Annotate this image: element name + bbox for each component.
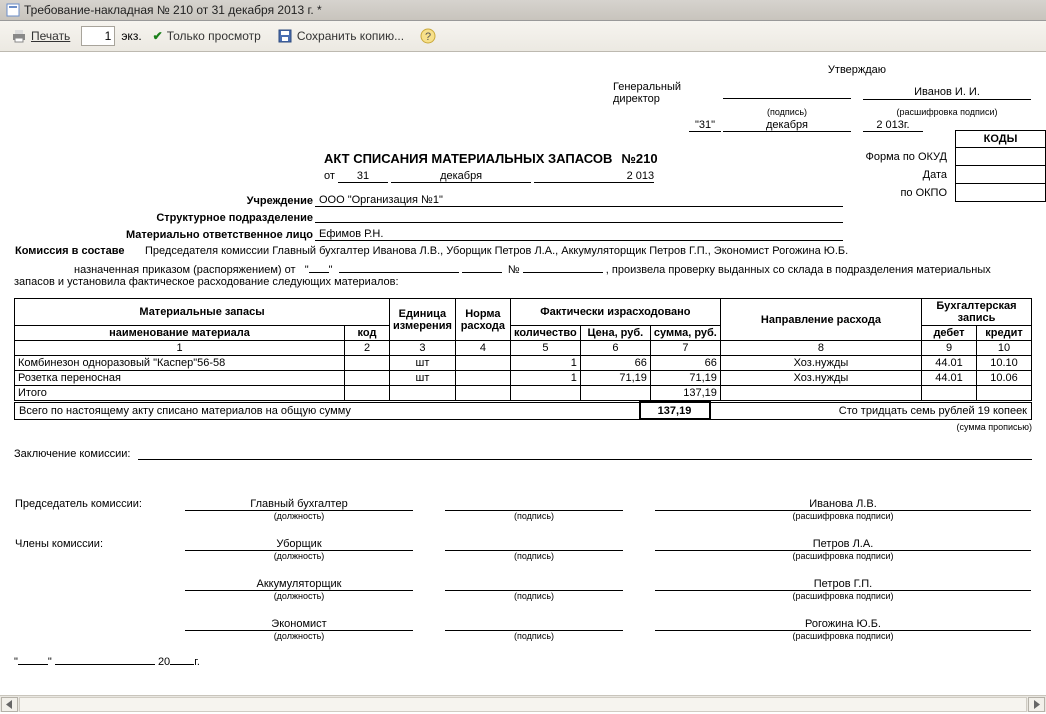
toolbar: Печать экз. ✔ Только просмотр Сохранить … <box>0 21 1046 52</box>
window-titlebar: Требование-накладная № 210 от 31 декабря… <box>0 0 1046 21</box>
approve-sign-sub: (подпись) <box>722 106 852 118</box>
table-row: Комбинезон одноразовый "Каспер"56-58 шт … <box>15 356 1032 371</box>
approve-name: Иванов И. И. <box>863 86 1031 100</box>
act-day: 31 <box>338 170 388 183</box>
commission-text: Председателя комиссии Главный бухгалтер … <box>145 245 848 257</box>
dept-label: Структурное подразделение <box>14 208 314 227</box>
approve-name-sub: (расшифровка подписи) <box>862 106 1032 118</box>
written-label: Всего по настоящему акту списано материа… <box>15 402 640 419</box>
act-title: АКТ СПИСАНИЯ МАТЕРИАЛЬНЫХ ЗАПАСОВ <box>324 151 612 166</box>
help-icon: ? <box>420 28 436 44</box>
print-button[interactable]: Печать <box>6 25 75 47</box>
order-label: назначенная приказом (распоряжением) от <box>74 264 296 276</box>
signatures-block: Председатель комиссии: Главный бухгалтер… <box>14 478 1032 642</box>
act-no-label: № <box>621 151 636 166</box>
document-area: Утверждаю Генеральный директор Иванов И.… <box>0 52 1046 690</box>
window-title: Требование-накладная № 210 от 31 декабря… <box>24 3 322 17</box>
commission-label: Комиссия в составе <box>14 244 144 258</box>
save-icon <box>277 28 293 44</box>
dept-value <box>315 209 843 223</box>
materials-table: Материальные запасы Единица измерения Но… <box>14 298 1032 401</box>
org-label: Учреждение <box>14 193 314 208</box>
approve-month: декабря <box>723 119 851 132</box>
members-label: Члены комиссии: <box>14 522 184 562</box>
print-label: Печать <box>31 29 70 43</box>
act-year: 2 013 <box>534 170 654 183</box>
from-label: от <box>324 170 335 182</box>
copies-suffix: экз. <box>121 29 141 43</box>
scroll-left-button[interactable] <box>1 697 18 712</box>
total-words: Сто тридцать семь рублей 19 копеек <box>710 402 1032 419</box>
chair-label: Председатель комиссии: <box>14 478 184 522</box>
approve-sign-field <box>723 85 851 99</box>
total-amount: 137,19 <box>640 402 710 419</box>
act-no: 210 <box>636 151 658 166</box>
scroll-right-button[interactable] <box>1028 697 1045 712</box>
org-value: ООО "Организация №1" <box>315 194 843 207</box>
codes-box: КОДЫ Форма по ОКУД Дата по ОКПО <box>865 130 1046 202</box>
save-copy-button[interactable]: Сохранить копию... <box>272 25 409 47</box>
conclusion-field <box>138 446 1032 460</box>
check-icon: ✔ <box>153 29 163 43</box>
approve-caption: Утверждаю <box>682 64 1032 76</box>
approve-day: "31" <box>689 119 721 132</box>
view-only-button[interactable]: ✔ Только просмотр <box>148 26 266 46</box>
scroll-track[interactable] <box>19 697 1027 712</box>
total-words-sub: (сумма прописью) <box>14 422 1032 432</box>
save-copy-label: Сохранить копию... <box>297 29 404 43</box>
svg-text:?: ? <box>425 31 431 43</box>
mol-value: Ефимов Р.Н. <box>315 228 843 241</box>
help-button[interactable]: ? <box>415 25 441 47</box>
act-month: декабря <box>391 170 531 183</box>
conclusion-label: Заключение комиссии: <box>14 448 130 460</box>
app-icon <box>6 3 20 17</box>
printer-icon <box>11 28 27 44</box>
horizontal-scrollbar[interactable] <box>0 695 1046 712</box>
mol-label: Материально ответственное лицо <box>14 227 314 242</box>
view-only-label: Только просмотр <box>167 29 261 43</box>
table-row: Розетка переносная шт 1 71,19 71,19 Хоз.… <box>15 371 1032 386</box>
table-row-total: Итого 137,19 <box>15 386 1032 401</box>
approve-post-label: Генеральный директор <box>612 80 722 106</box>
copies-input[interactable] <box>81 26 115 46</box>
